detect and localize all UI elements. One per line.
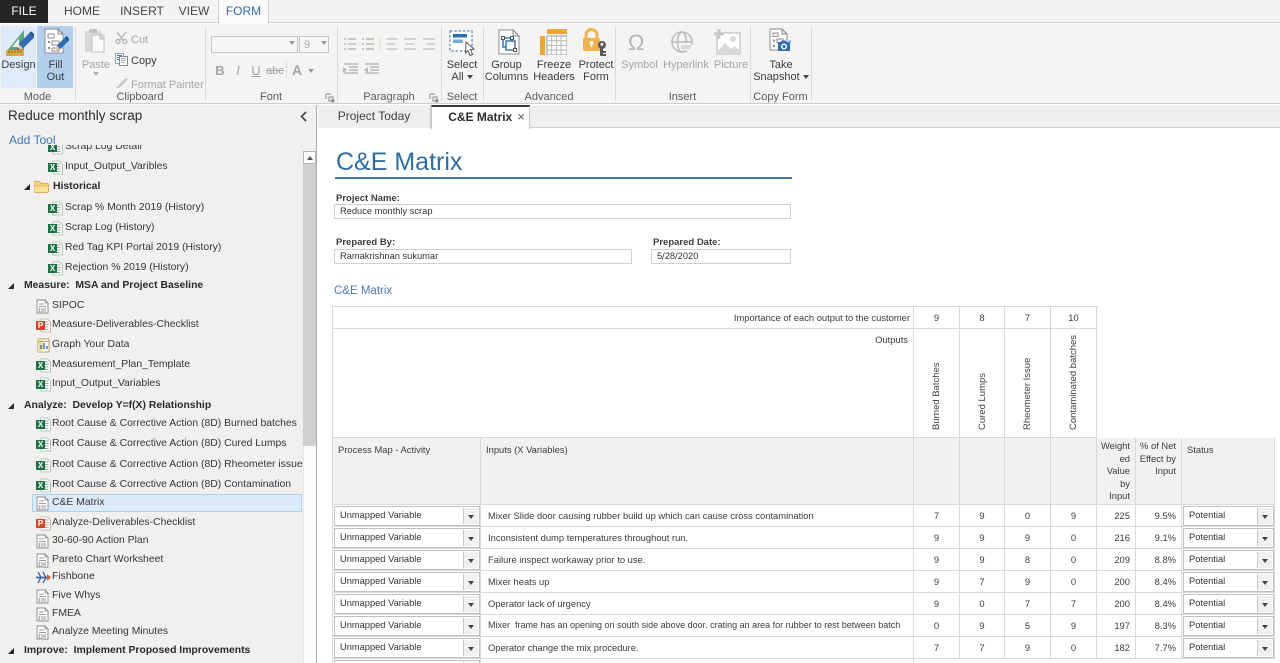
- svg-text:X: X: [38, 380, 44, 389]
- svg-text:P: P: [38, 321, 44, 330]
- svg-text:X: X: [38, 361, 44, 370]
- svg-text:X: X: [38, 440, 44, 449]
- svg-text:X: X: [50, 204, 56, 213]
- svg-text:X: X: [50, 224, 56, 233]
- svg-text:X: X: [50, 145, 56, 152]
- svg-text:X: X: [38, 481, 44, 490]
- svg-text:X: X: [38, 420, 44, 429]
- svg-text:X: X: [50, 244, 56, 253]
- svg-text:X: X: [38, 461, 44, 470]
- svg-text:X: X: [50, 163, 56, 172]
- svg-text:P: P: [38, 519, 44, 528]
- svg-text:X: X: [50, 264, 56, 273]
